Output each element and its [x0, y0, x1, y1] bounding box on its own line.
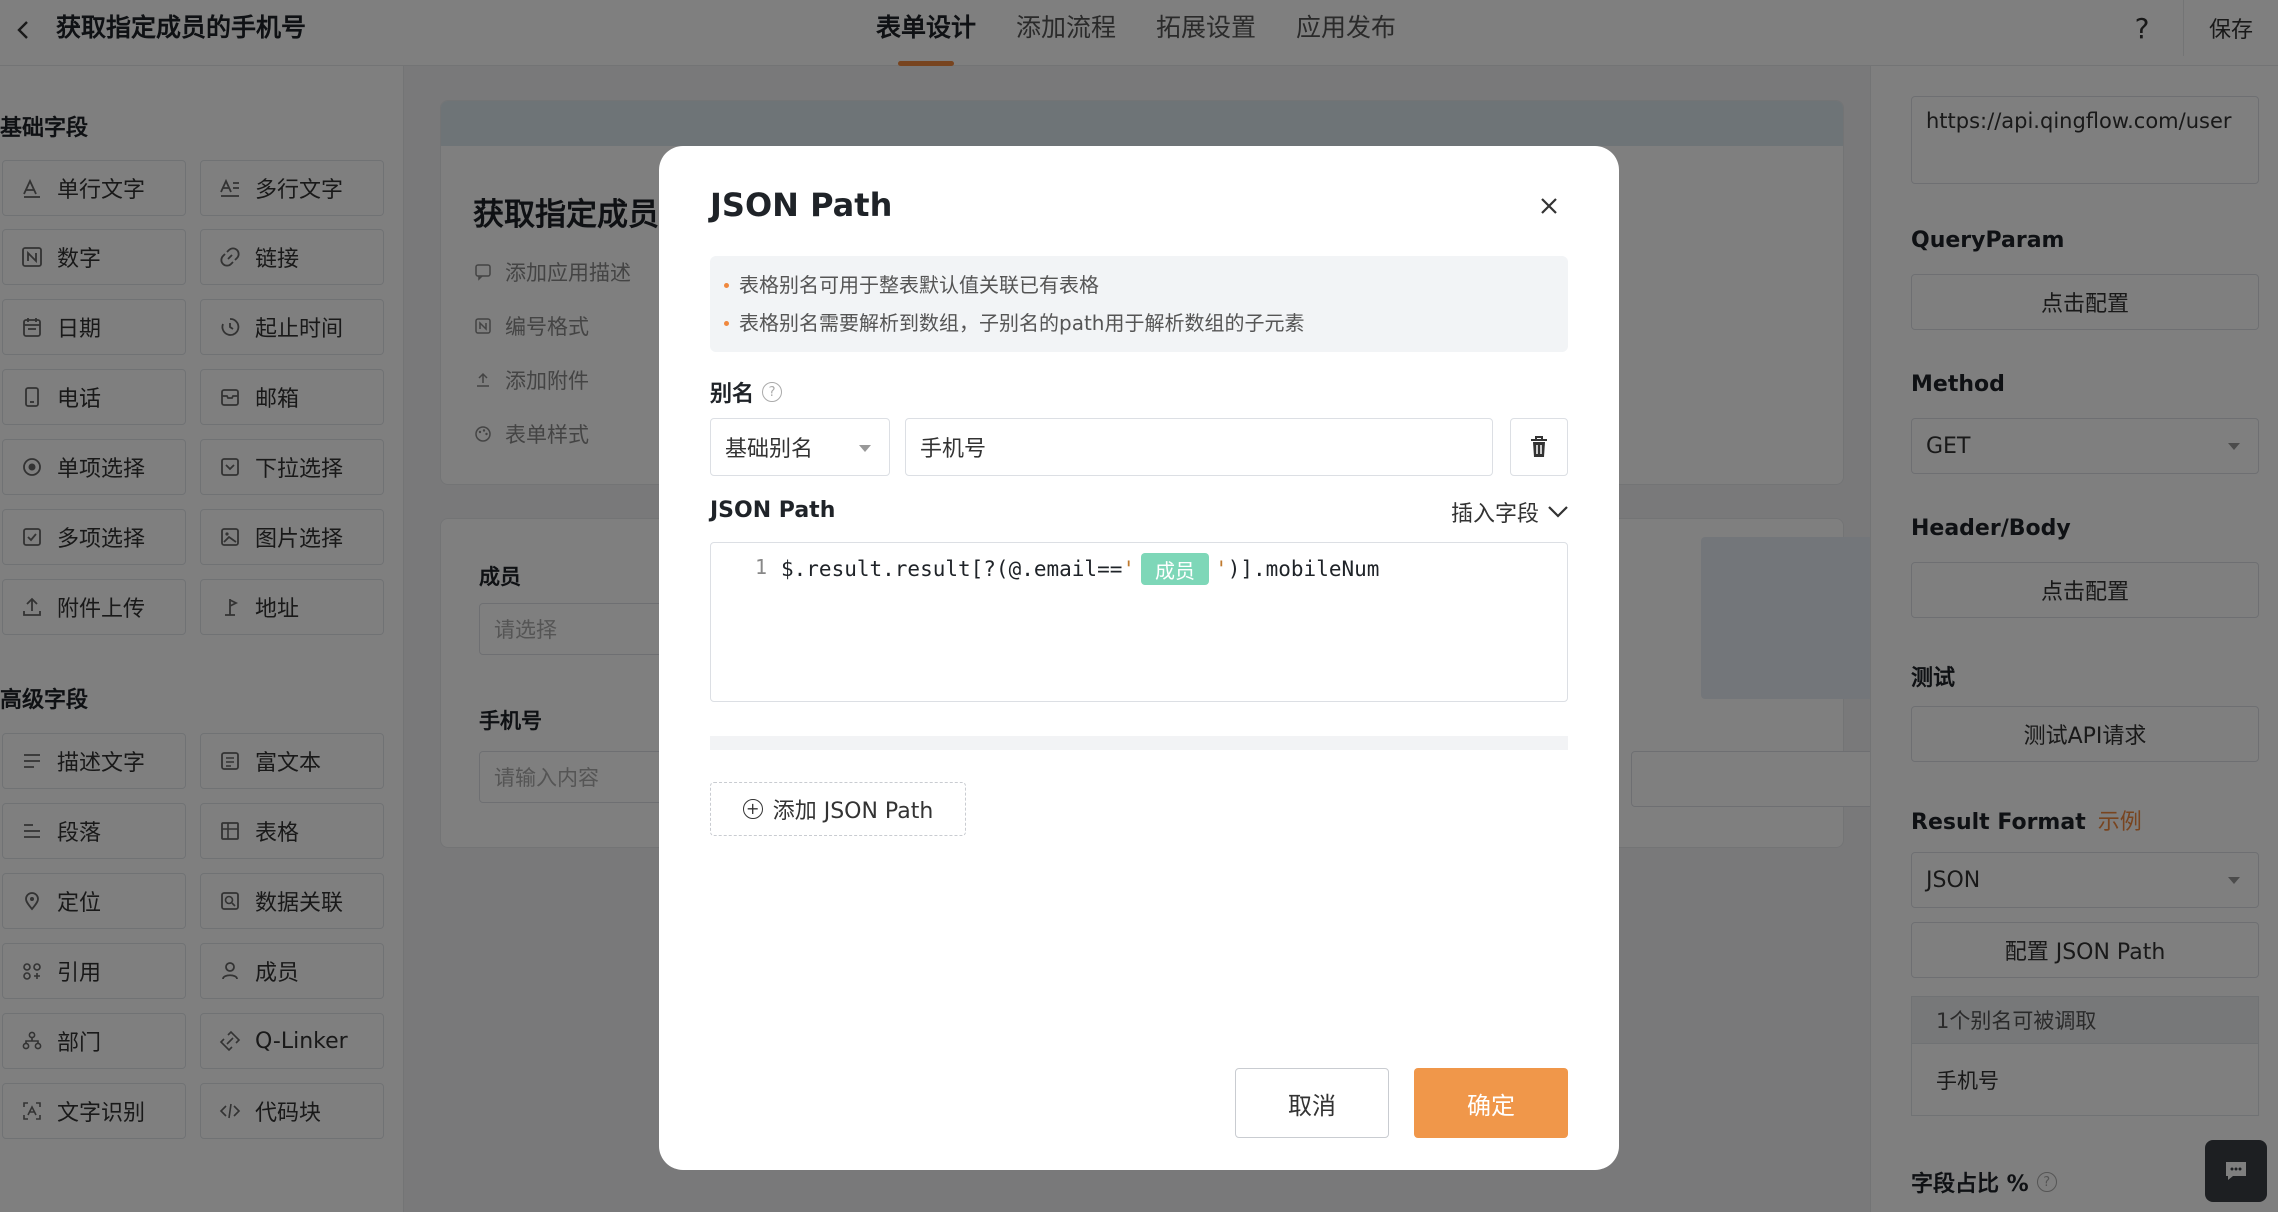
alias-type-select[interactable]: 基础别名 — [710, 418, 890, 476]
member-field-tag[interactable]: 成员 — [1141, 553, 1210, 585]
bullet-dot — [724, 282, 729, 288]
help-circle-icon[interactable]: ? — [762, 382, 783, 402]
modal-title: JSON Path — [710, 186, 893, 224]
line-number: 1 — [755, 555, 768, 579]
chevron-down-icon — [1547, 505, 1569, 519]
json-path-editor[interactable]: 1 $.result.result[?(@.email== ' 成员 ')].mobi… — [710, 542, 1568, 702]
trash-icon — [1531, 436, 1547, 457]
close-icon[interactable] — [1529, 186, 1569, 226]
alias-label: 别名? — [710, 376, 783, 408]
tip-item: 表格别名需要解析到数组，子别名的path用于解析数组的子元素 — [724, 304, 1554, 342]
code-line[interactable]: $.result.result[?(@.email== ' 成员 ')].mobile… — [781, 551, 1379, 587]
plus-circle-icon: + — [742, 799, 763, 819]
alias-name-input[interactable]: 手机号 — [905, 418, 1493, 476]
bullet-dot — [724, 320, 729, 326]
delete-alias-button[interactable] — [1510, 418, 1568, 476]
tip-item: 表格别名可用于整表默认值关联已有表格 — [724, 266, 1554, 304]
add-json-path-button[interactable]: + 添加 JSON Path — [710, 782, 966, 836]
caret-down-icon — [859, 445, 871, 452]
divider — [710, 736, 1568, 750]
insert-field-dropdown[interactable]: 插入字段 — [1451, 496, 1569, 528]
confirm-button[interactable]: 确定 — [1414, 1068, 1568, 1138]
tips-box: 表格别名可用于整表默认值关联已有表格 表格别名需要解析到数组，子别名的path用… — [710, 256, 1568, 352]
cancel-button[interactable]: 取消 — [1235, 1068, 1389, 1138]
json-path-label: JSON Path — [710, 498, 836, 523]
json-path-modal: JSON Path 表格别名可用于整表默认值关联已有表格 表格别名需要解析到数组… — [659, 146, 1619, 1170]
